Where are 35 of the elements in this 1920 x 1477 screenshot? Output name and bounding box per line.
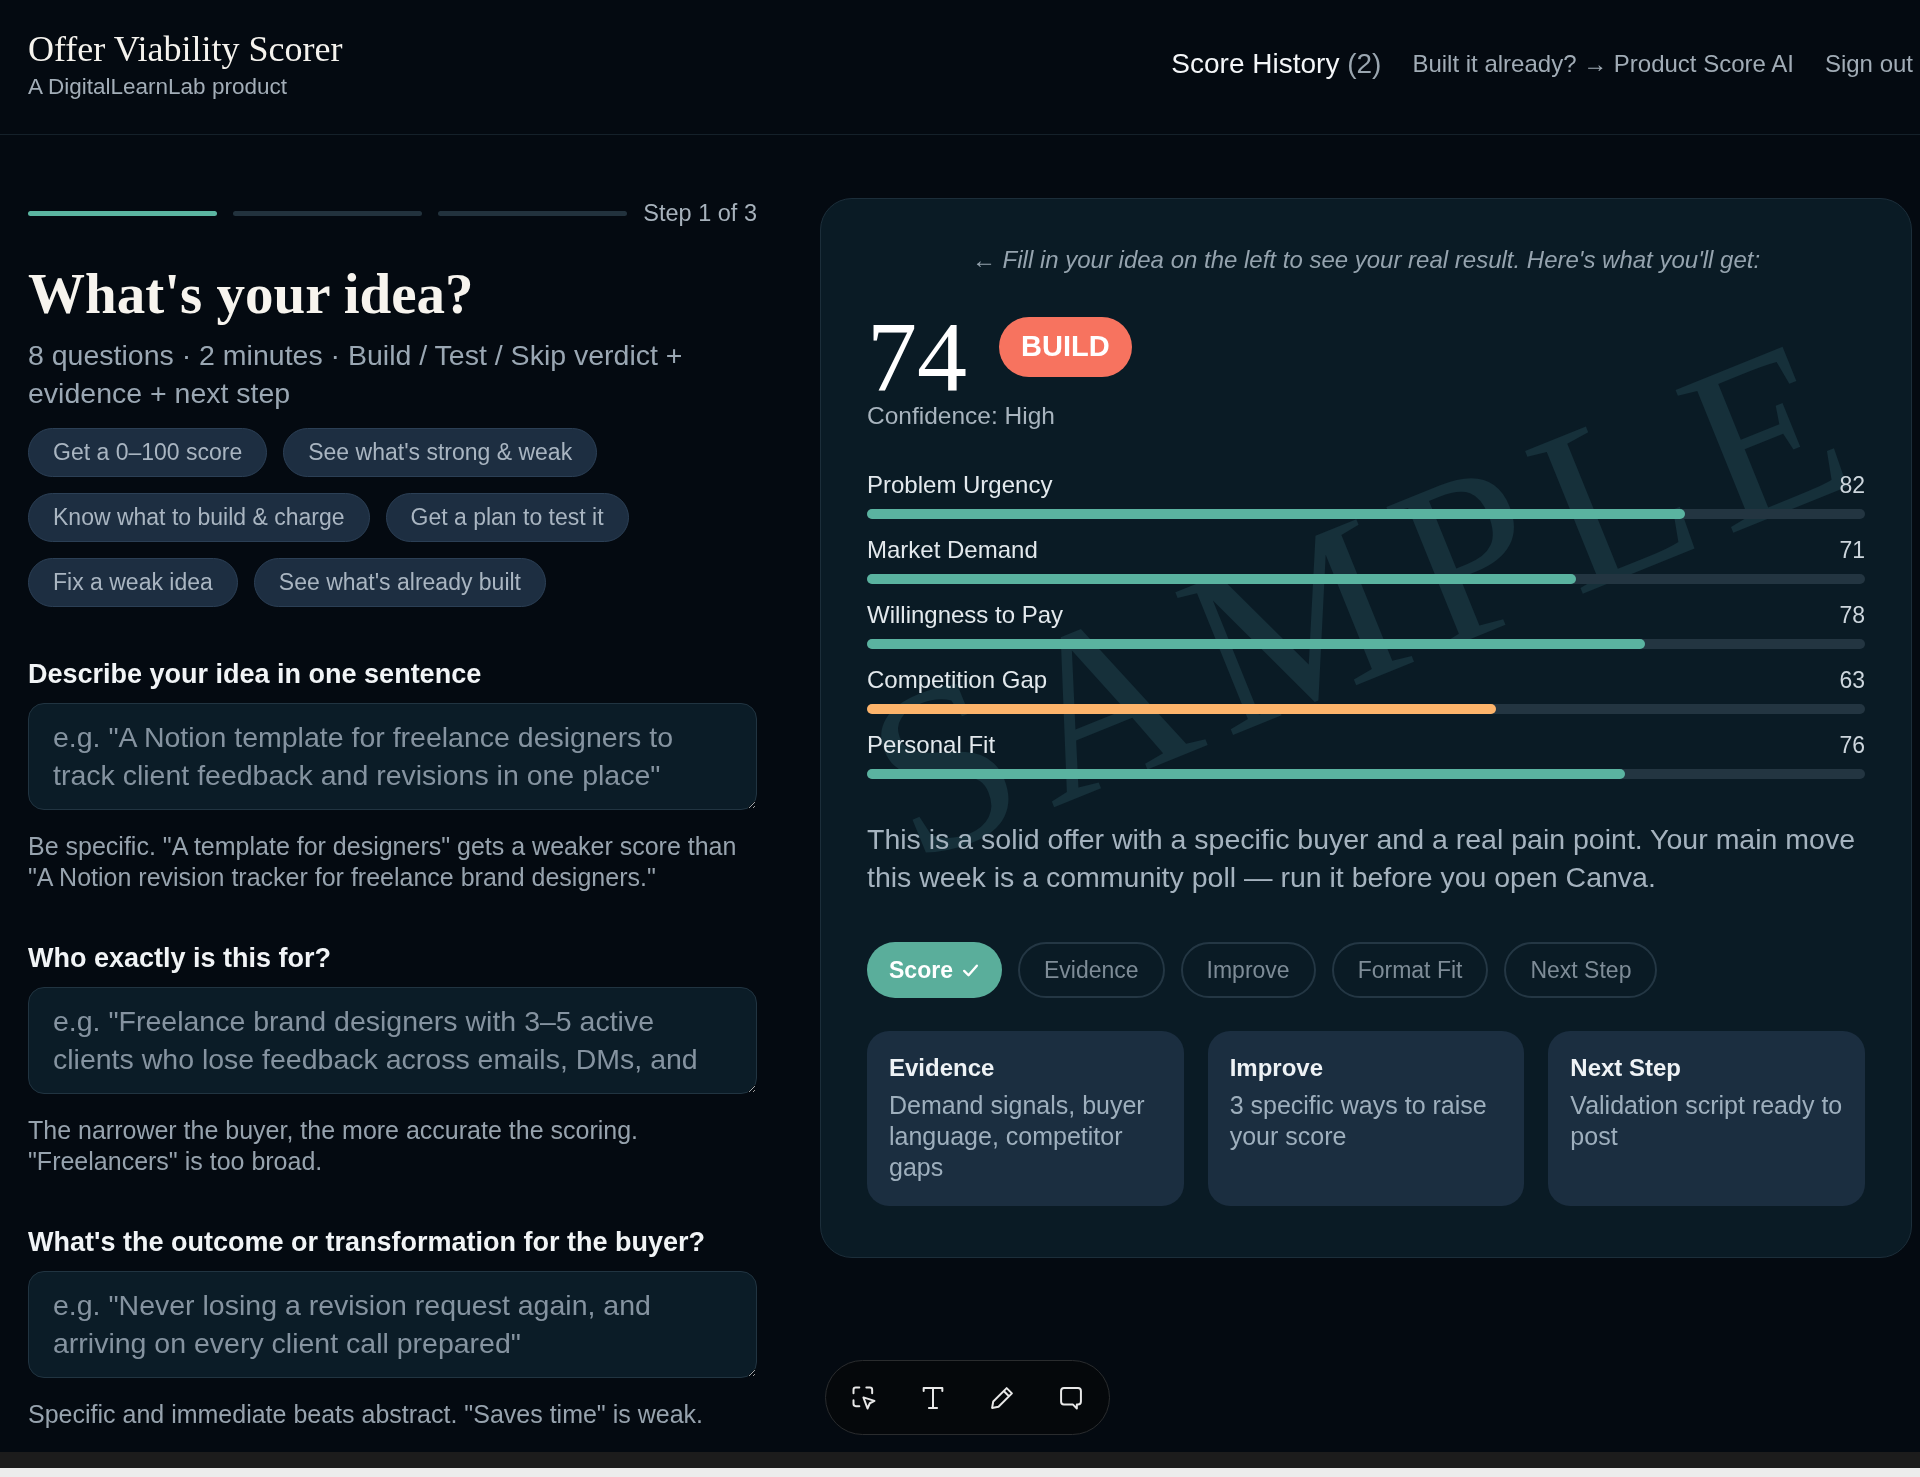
card-title: Evidence bbox=[889, 1053, 996, 1083]
result-tab[interactable]: Next Step bbox=[1504, 942, 1658, 998]
intro-text: 8 questions · 2 minutes · Build / Test / Skip verdict + evidence + next step bbox=[28, 338, 684, 411]
field-hint: Specific and immediate beats abstract. "Saves time" is weak. bbox=[28, 1399, 704, 1430]
card-title: Improve bbox=[1229, 1053, 1325, 1083]
text-area-field[interactable]: e.g. "Freelance brand designers with 3–5 active clients who lose feedback across emails, DMs, and bbox=[28, 987, 757, 1094]
field-hint: Be specific. "A template for designers" gets a weaker score than "A Notion revision tracker for freelance brand designers." bbox=[28, 831, 738, 893]
score-history-link[interactable]: Score History (2) bbox=[1171, 47, 1382, 81]
field-hint: The narrower the buyer, the more accurate the scoring. "Freelancers" is too broad. bbox=[28, 1115, 640, 1177]
app-title: Offer Viability Scorer bbox=[28, 29, 343, 69]
field-label: What's the outcome or transformation for the buyer? bbox=[28, 1227, 706, 1257]
card-description: Demand signals, buyer language, competitor gaps bbox=[889, 1090, 1146, 1183]
text-area-field[interactable]: e.g. "A Notion template for freelance designers to track client feedback and revisions in one place" bbox=[28, 703, 757, 810]
feature-chip: Fix a weak idea bbox=[28, 558, 238, 607]
page-heading: What's your idea? bbox=[28, 262, 475, 326]
result-tab[interactable]: Improve bbox=[1180, 942, 1316, 998]
feature-chip: See what's already built bbox=[253, 558, 546, 607]
result-tab[interactable]: Score bbox=[867, 942, 1002, 998]
result-tab[interactable]: Format Fit bbox=[1331, 942, 1489, 998]
card-title: Next Step bbox=[1570, 1053, 1683, 1083]
result-tab[interactable]: Evidence bbox=[1017, 942, 1165, 998]
card-description: Validation script ready to post bbox=[1570, 1090, 1844, 1152]
card-description: 3 specific ways to raise your score bbox=[1229, 1090, 1488, 1152]
step-indicator: Step 1 of 3 bbox=[643, 199, 757, 228]
feature-chip: See what's strong & weak bbox=[283, 428, 598, 477]
instruction-note: ← Fill in your idea on the left to see your real result. Here's what you'll get: bbox=[970, 245, 1762, 275]
app-subtitle: A DigitalLearnLab product bbox=[28, 73, 288, 101]
text-area-field[interactable]: e.g. "Never losing a revision request again, and arriving on every client call prepared" bbox=[28, 1271, 757, 1378]
field-label: Who exactly is this for? bbox=[28, 943, 333, 973]
feature-chip: Know what to build & charge bbox=[28, 493, 370, 542]
nav-link[interactable]: Sign out bbox=[1824, 47, 1913, 81]
nav-link[interactable]: Built it already? → Product Score AI bbox=[1412, 47, 1794, 81]
feature-chip: Get a plan to test it bbox=[385, 493, 629, 542]
feature-chip: Get a 0–100 score bbox=[28, 428, 268, 477]
field-label: Describe your idea in one sentence bbox=[28, 659, 483, 689]
